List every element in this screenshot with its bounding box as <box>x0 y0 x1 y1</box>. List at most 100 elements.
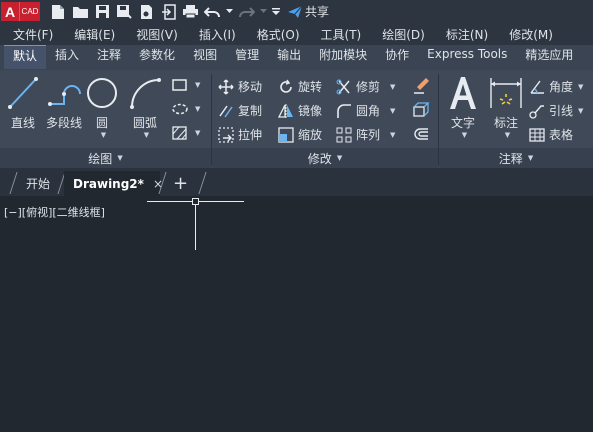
trim-tool[interactable]: 修剪 ▼ <box>336 78 395 95</box>
dimension-dropdown-icon[interactable]: ▼ <box>505 131 510 139</box>
hatch-pattern-tool[interactable]: ▼ <box>172 126 200 140</box>
mirror-tool[interactable]: 镜像 <box>278 102 322 119</box>
polyline-tool[interactable]: 多段线 <box>44 76 84 131</box>
rotate-tool[interactable]: 旋转 <box>278 78 322 95</box>
offset-icon <box>414 128 428 140</box>
tab-manage[interactable]: 管理 <box>226 45 268 69</box>
import-icon[interactable] <box>159 3 177 21</box>
menu-file[interactable]: 文件(F) <box>0 26 61 43</box>
app-logo-text: CAD <box>19 2 40 21</box>
tab-collaborate[interactable]: 协作 <box>376 45 418 69</box>
tab-insert[interactable]: 插入 <box>46 45 88 69</box>
arc-dropdown-icon[interactable]: ▼ <box>144 131 149 139</box>
polyline-icon <box>48 85 81 106</box>
redo-dropdown-icon[interactable] <box>259 3 267 21</box>
erase-tool[interactable] <box>412 77 434 95</box>
modify-panel-label: 修改 <box>307 151 332 166</box>
leader-tool[interactable]: 引线 ▼ <box>529 102 583 119</box>
menu-edit[interactable]: 编辑(E) <box>61 26 123 43</box>
tab-default[interactable]: 默认 <box>4 45 47 69</box>
move-tool[interactable]: 移动 <box>218 78 262 95</box>
customize-dropdown-icon[interactable] <box>271 3 281 21</box>
share-icon <box>288 5 303 18</box>
stretch-tool[interactable]: 拉伸 <box>218 126 262 143</box>
offset-tool[interactable] <box>412 127 434 141</box>
angle-tool[interactable]: 角度 ▼ <box>529 78 583 95</box>
array-tool[interactable]: 阵列 ▼ <box>336 126 395 143</box>
crosshair-pickbox <box>192 198 199 205</box>
app-logo[interactable]: A CAD <box>1 2 41 21</box>
text-tool[interactable]: 文字 ▼ <box>446 74 480 139</box>
hatch-tool[interactable]: ▼ <box>172 102 200 116</box>
table-label: 表格 <box>549 128 574 142</box>
redo-icon[interactable] <box>237 3 255 21</box>
open-folder-icon[interactable] <box>71 3 89 21</box>
line-tool[interactable]: 直线 <box>8 76 38 131</box>
stretch-label: 拉伸 <box>238 128 263 142</box>
scale-icon <box>278 126 294 143</box>
modify-panel-title[interactable]: 修改 ▼ <box>212 148 438 168</box>
move-icon <box>218 78 234 95</box>
circle-tool[interactable]: 圆 ▼ <box>86 76 118 139</box>
text-dropdown-icon[interactable]: ▼ <box>462 131 467 139</box>
mirror-icon <box>278 103 293 118</box>
publish-icon[interactable] <box>137 3 155 21</box>
line-label: 直线 <box>10 116 35 130</box>
file-tab-start[interactable]: 开始 <box>20 171 56 196</box>
save-icon[interactable] <box>93 3 111 21</box>
rotate-icon <box>280 79 292 93</box>
undo-icon[interactable] <box>203 3 221 21</box>
array-label: 阵列 <box>356 128 381 142</box>
tab-featured-apps[interactable]: 精选应用 <box>516 45 582 69</box>
move-label: 移动 <box>238 80 263 94</box>
scale-tool[interactable]: 缩放 <box>278 126 322 143</box>
app-logo-letter: A <box>1 2 19 21</box>
rectangle-tool[interactable]: ▼ <box>172 78 200 92</box>
text-icon <box>450 77 476 109</box>
print-icon[interactable] <box>181 3 199 21</box>
copy-tool[interactable]: 复制 <box>218 102 262 119</box>
tab-output[interactable]: 输出 <box>268 45 310 69</box>
tab-addins[interactable]: 附加模块 <box>310 45 376 69</box>
annotation-panel-dropdown-icon: ▼ <box>527 154 534 162</box>
table-tool[interactable]: 表格 <box>529 126 573 143</box>
tab-annotate[interactable]: 注释 <box>88 45 130 69</box>
menu-dimension[interactable]: 标注(N) <box>433 26 496 43</box>
save-as-icon[interactable] <box>115 3 133 21</box>
share-button[interactable]: 共享 <box>287 3 329 20</box>
menu-insert[interactable]: 插入(I) <box>186 26 244 43</box>
fillet-icon <box>337 103 351 118</box>
menu-view[interactable]: 视图(V) <box>123 26 186 43</box>
menu-draw[interactable]: 绘图(D) <box>369 26 433 43</box>
circle-icon <box>87 78 117 108</box>
polyline-label: 多段线 <box>45 116 82 130</box>
tab-express-tools[interactable]: Express Tools <box>418 45 516 69</box>
menu-bar: 文件(F) 编辑(E) 视图(V) 插入(I) 格式(O) 工具(T) 绘图(D… <box>0 23 593 45</box>
new-file-icon[interactable] <box>49 3 67 21</box>
draw-panel-title[interactable]: 绘图 ▼ <box>0 148 211 168</box>
tab-parametric[interactable]: 参数化 <box>130 45 184 69</box>
table-icon <box>529 127 545 142</box>
tab-view[interactable]: 视图 <box>184 45 226 69</box>
menu-format[interactable]: 格式(O) <box>244 26 308 43</box>
file-tab-drawing[interactable]: Drawing2* × <box>64 171 163 196</box>
trim-icon <box>336 79 350 94</box>
arc-tool[interactable]: 圆弧 ▼ <box>128 76 162 139</box>
menu-tools[interactable]: 工具(T) <box>308 26 370 43</box>
dimension-tool[interactable]: 标注 ▼ <box>488 74 524 139</box>
circle-dropdown-icon[interactable]: ▼ <box>101 131 106 139</box>
viewport-controls[interactable]: [−][俯视][二维线框] <box>4 204 105 220</box>
stretch-icon <box>218 126 234 143</box>
erase-icon <box>414 78 429 94</box>
undo-dropdown-icon[interactable] <box>225 3 233 21</box>
copy-icon <box>219 105 233 117</box>
menu-modify[interactable]: 修改(M) <box>496 26 561 43</box>
fillet-tool[interactable]: 圆角 ▼ <box>336 102 395 119</box>
explode-icon <box>413 102 430 117</box>
new-tab-button[interactable]: + <box>173 171 188 196</box>
fillet-label: 圆角 <box>356 104 381 118</box>
drawing-canvas[interactable]: [−][俯视][二维线框] <box>0 196 593 432</box>
explode-tool[interactable] <box>412 102 434 118</box>
arc-label: 圆弧 <box>132 116 157 130</box>
annotation-panel-title[interactable]: 注释 ▼ <box>439 148 593 168</box>
